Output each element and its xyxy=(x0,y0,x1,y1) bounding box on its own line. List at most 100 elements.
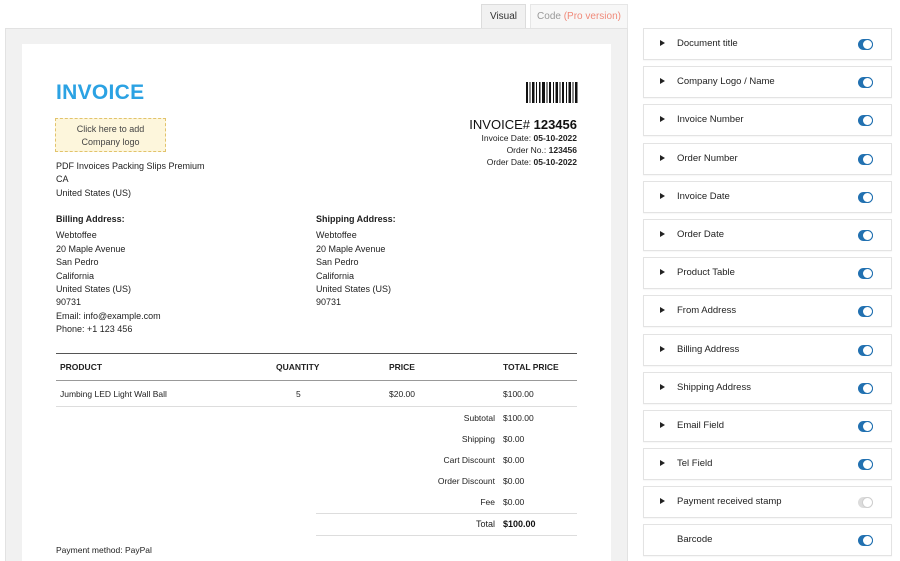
pro-version-label: (Pro version) xyxy=(563,11,621,22)
panel-item-company-logo[interactable]: Company Logo / Name xyxy=(643,66,892,99)
table-top-border xyxy=(56,353,577,354)
caret-right-icon[interactable] xyxy=(660,192,665,199)
toggle-knob xyxy=(862,268,873,280)
billing-line: California xyxy=(56,270,95,281)
table-cell-quantity: 5 xyxy=(296,389,301,399)
panel-item-tel-field[interactable]: Tel Field xyxy=(643,448,892,481)
table-cell-total: $100.00 xyxy=(503,389,534,399)
order-discount-value: $0.00 xyxy=(503,476,525,486)
shipping-line: 90731 xyxy=(316,297,342,308)
caret-right-icon[interactable] xyxy=(660,498,665,505)
toggle-knob xyxy=(862,153,873,165)
caret-right-icon[interactable] xyxy=(660,116,665,123)
cart-discount-label: Cart Discount xyxy=(443,455,496,465)
toggle-switch[interactable] xyxy=(858,153,873,165)
panel-item-from-address[interactable]: From Address xyxy=(643,295,892,328)
caret-right-icon[interactable] xyxy=(660,78,665,85)
order-date-label: Order Date: xyxy=(486,157,532,167)
invoice-meta: Invoice Date: 05-10-2022 Order No.: 1234… xyxy=(482,132,577,168)
panel-item-billing-address[interactable]: Billing Address xyxy=(643,333,892,366)
cart-discount-value: $0.00 xyxy=(503,455,525,465)
toggle-knob xyxy=(862,382,873,394)
toggle-switch[interactable] xyxy=(858,115,873,127)
panel-item-label: Tel Field xyxy=(677,458,713,470)
panel-item-invoice-number[interactable]: Invoice Number xyxy=(643,104,892,137)
total-value: $100.00 xyxy=(503,519,536,529)
toggle-switch[interactable] xyxy=(858,420,873,432)
from-address: PDF Invoices Packing Slips Premium CA Un… xyxy=(56,160,205,200)
toggle-switch[interactable] xyxy=(858,535,873,547)
tab-code[interactable]: Code (Pro version) xyxy=(530,4,628,28)
toggle-knob xyxy=(862,191,873,203)
fee-value: $0.00 xyxy=(503,497,525,507)
tab-visual[interactable]: Visual xyxy=(481,4,526,28)
table-header-divider xyxy=(56,380,577,381)
toggle-knob xyxy=(862,39,873,50)
toggle-knob xyxy=(862,420,873,432)
tab-code-label: Code xyxy=(537,11,561,22)
column-header-quantity: QUANTITY xyxy=(276,362,320,372)
company-logo-placeholder[interactable]: Click here to add Company logo xyxy=(55,118,166,152)
toggle-switch[interactable] xyxy=(858,497,873,509)
toggle-switch[interactable] xyxy=(858,77,873,89)
toggle-switch[interactable] xyxy=(858,382,873,394)
toggle-switch[interactable] xyxy=(858,229,873,241)
caret-right-icon[interactable] xyxy=(660,345,665,352)
panel-item-label: Document title xyxy=(677,38,738,49)
panel-item-label: Payment received stamp xyxy=(677,496,782,508)
panel-item-label: Invoice Date xyxy=(677,190,730,202)
caret-right-icon[interactable] xyxy=(660,421,665,428)
shipping-address: Shipping Address: Webtoffee 20 Maple Ave… xyxy=(316,213,396,310)
toggle-knob xyxy=(862,115,873,127)
caret-right-icon[interactable] xyxy=(660,307,665,314)
order-number-label: Order No.: xyxy=(506,145,547,155)
panel-item-label: Shipping Address xyxy=(677,381,751,393)
column-header-product: PRODUCT xyxy=(60,362,103,372)
panel-item-email-field[interactable]: Email Field xyxy=(643,409,892,442)
invoice-number-value: 123456 xyxy=(533,117,577,132)
panel-item-shipping-address[interactable]: Shipping Address xyxy=(643,371,892,404)
caret-right-icon[interactable] xyxy=(660,154,665,161)
table-row-divider xyxy=(56,406,577,407)
caret-right-icon[interactable] xyxy=(660,230,665,237)
toggle-switch[interactable] xyxy=(858,191,873,203)
shipping-line: United States (US) xyxy=(316,284,392,295)
panel-item-invoice-date[interactable]: Invoice Date xyxy=(643,180,892,213)
panel-item-product-table[interactable]: Product Table xyxy=(643,257,892,290)
toggle-switch[interactable] xyxy=(858,344,873,356)
panel-item-barcode[interactable]: Barcode xyxy=(643,524,892,557)
invoice-customizer: Visual Code (Pro version) INVOICE Click … xyxy=(0,0,900,561)
toggle-knob xyxy=(862,497,873,509)
shipping-address-heading: Shipping Address: xyxy=(316,214,396,224)
toggle-switch[interactable] xyxy=(858,459,873,471)
caret-right-icon[interactable] xyxy=(660,40,665,46)
panel-item-payment-received-stamp[interactable]: Payment received stamp xyxy=(643,486,892,519)
shipping-value: $0.00 xyxy=(503,434,525,444)
document-title[interactable]: INVOICE xyxy=(56,81,144,105)
caret-right-icon[interactable] xyxy=(660,269,665,276)
toggle-switch[interactable] xyxy=(858,306,873,318)
toggle-knob xyxy=(862,344,873,356)
shipping-label: Shipping xyxy=(461,434,495,444)
fee-label: Fee xyxy=(480,497,495,507)
caret-right-icon[interactable] xyxy=(660,460,665,467)
invoice-number-label: INVOICE# xyxy=(469,117,530,132)
panel-item-document-title[interactable]: Document title xyxy=(643,28,892,60)
toggle-switch[interactable] xyxy=(858,39,873,50)
caret-right-icon[interactable] xyxy=(660,383,665,390)
toggle-knob xyxy=(862,306,873,318)
billing-line: United States (US) xyxy=(56,284,132,295)
panel-item-label: From Address xyxy=(677,305,737,317)
panel-item-label: Order Date xyxy=(677,228,724,240)
billing-line: San Pedro xyxy=(56,257,99,268)
column-header-price: PRICE xyxy=(389,362,415,372)
toggle-switch[interactable] xyxy=(858,268,873,280)
order-date-value: 05-10-2022 xyxy=(533,157,577,167)
panel-item-order-number[interactable]: Order Number xyxy=(643,142,892,175)
shipping-line: California xyxy=(316,270,355,281)
table-cell-price: $20.00 xyxy=(389,389,415,399)
column-header-total-price: TOTAL PRICE xyxy=(503,362,559,372)
panel-item-order-date[interactable]: Order Date xyxy=(643,218,892,251)
table-cell-product: Jumbing LED Light Wall Ball xyxy=(60,389,167,399)
subtotal-label: Subtotal xyxy=(463,413,495,423)
